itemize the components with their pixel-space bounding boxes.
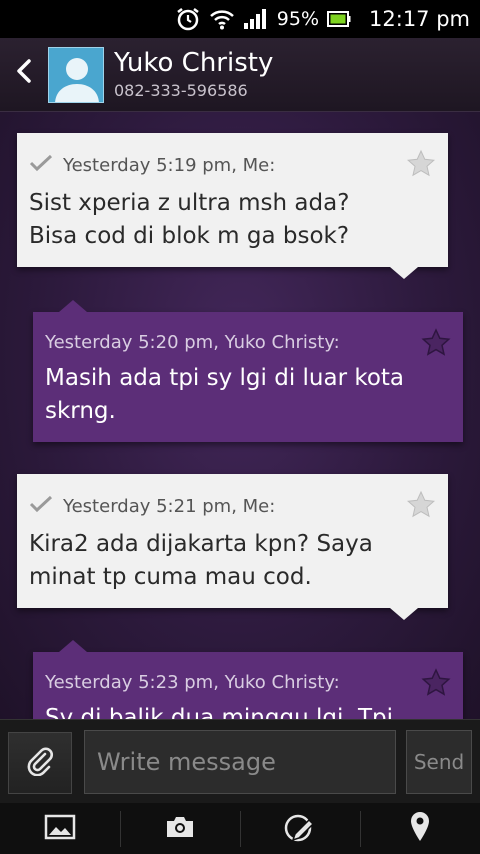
back-button[interactable] [0,38,48,112]
location-button[interactable] [360,803,480,854]
contact-name: Yuko Christy [114,47,274,78]
clock: 12:17 pm [369,7,470,31]
chevron-left-icon [15,57,33,92]
wifi-icon [209,8,235,30]
message-meta: Yesterday 5:19 pm, Me: [29,153,400,179]
avatar[interactable] [48,46,104,103]
battery-percent: 95% [276,8,320,30]
bubble-tail [390,267,418,279]
message-text: Masih ada tpi sy lgi di luar kota skrng. [45,365,405,424]
sketch-icon [283,812,317,846]
message-text: Sist xperia z ultra msh ada? Bisa cod di… [29,190,350,249]
check-icon [29,153,63,179]
send-button[interactable]: Send [406,730,472,794]
attachment-toolbar [0,803,480,854]
message-timestamp: Yesterday 5:19 pm, Me: [63,155,276,176]
camera-icon [165,815,195,843]
compose-bar: Send [0,719,480,803]
message-text: Sy di balik dua minggu lgi. Tpi [45,705,394,719]
gallery-button[interactable] [0,803,120,854]
contact-phone: 082-333-596586 [114,80,248,100]
sketch-button[interactable] [240,803,360,854]
message-bubble-received[interactable]: Yesterday 5:23 pm, Yuko Christy: Sy di b… [33,640,463,719]
check-icon [29,494,63,520]
bubble-tail [390,608,418,620]
message-bubble-sent[interactable]: Yesterday 5:19 pm, Me: Sist xperia z ult… [17,133,448,279]
message-meta: Yesterday 5:20 pm, Yuko Christy: [45,332,415,354]
message-bubble-sent[interactable]: Yesterday 5:21 pm, Me: Kira2 ada dijakar… [17,474,448,620]
conversation-header: Yuko Christy 082-333-596586 [0,38,480,112]
message-text: Kira2 ada dijakarta kpn? Saya minat tp c… [29,531,373,590]
alarm-icon [175,6,201,32]
message-bubble-received[interactable]: Yesterday 5:20 pm, Yuko Christy: Masih a… [33,300,463,442]
paperclip-icon [25,746,55,780]
contact-info: Yuko Christy 082-333-596586 [114,48,273,102]
bubble-tail [59,300,87,312]
message-timestamp: Yesterday 5:23 pm, Yuko Christy: [45,672,340,693]
gallery-icon [44,814,76,844]
location-icon [409,811,431,847]
camera-button[interactable] [120,803,240,854]
status-bar: 95% 12:17 pm [0,0,480,38]
signal-icon [243,8,267,30]
message-meta: Yesterday 5:21 pm, Me: [29,494,400,520]
attach-button[interactable] [8,732,72,794]
conversation-list[interactable]: Yesterday 5:19 pm, Me: Sist xperia z ult… [0,112,480,719]
message-timestamp: Yesterday 5:20 pm, Yuko Christy: [45,332,340,353]
bubble-tail [59,640,87,652]
message-timestamp: Yesterday 5:21 pm, Me: [63,496,276,517]
battery-icon [327,10,351,28]
message-input[interactable] [84,730,396,794]
message-meta: Yesterday 5:23 pm, Yuko Christy: [45,672,415,694]
